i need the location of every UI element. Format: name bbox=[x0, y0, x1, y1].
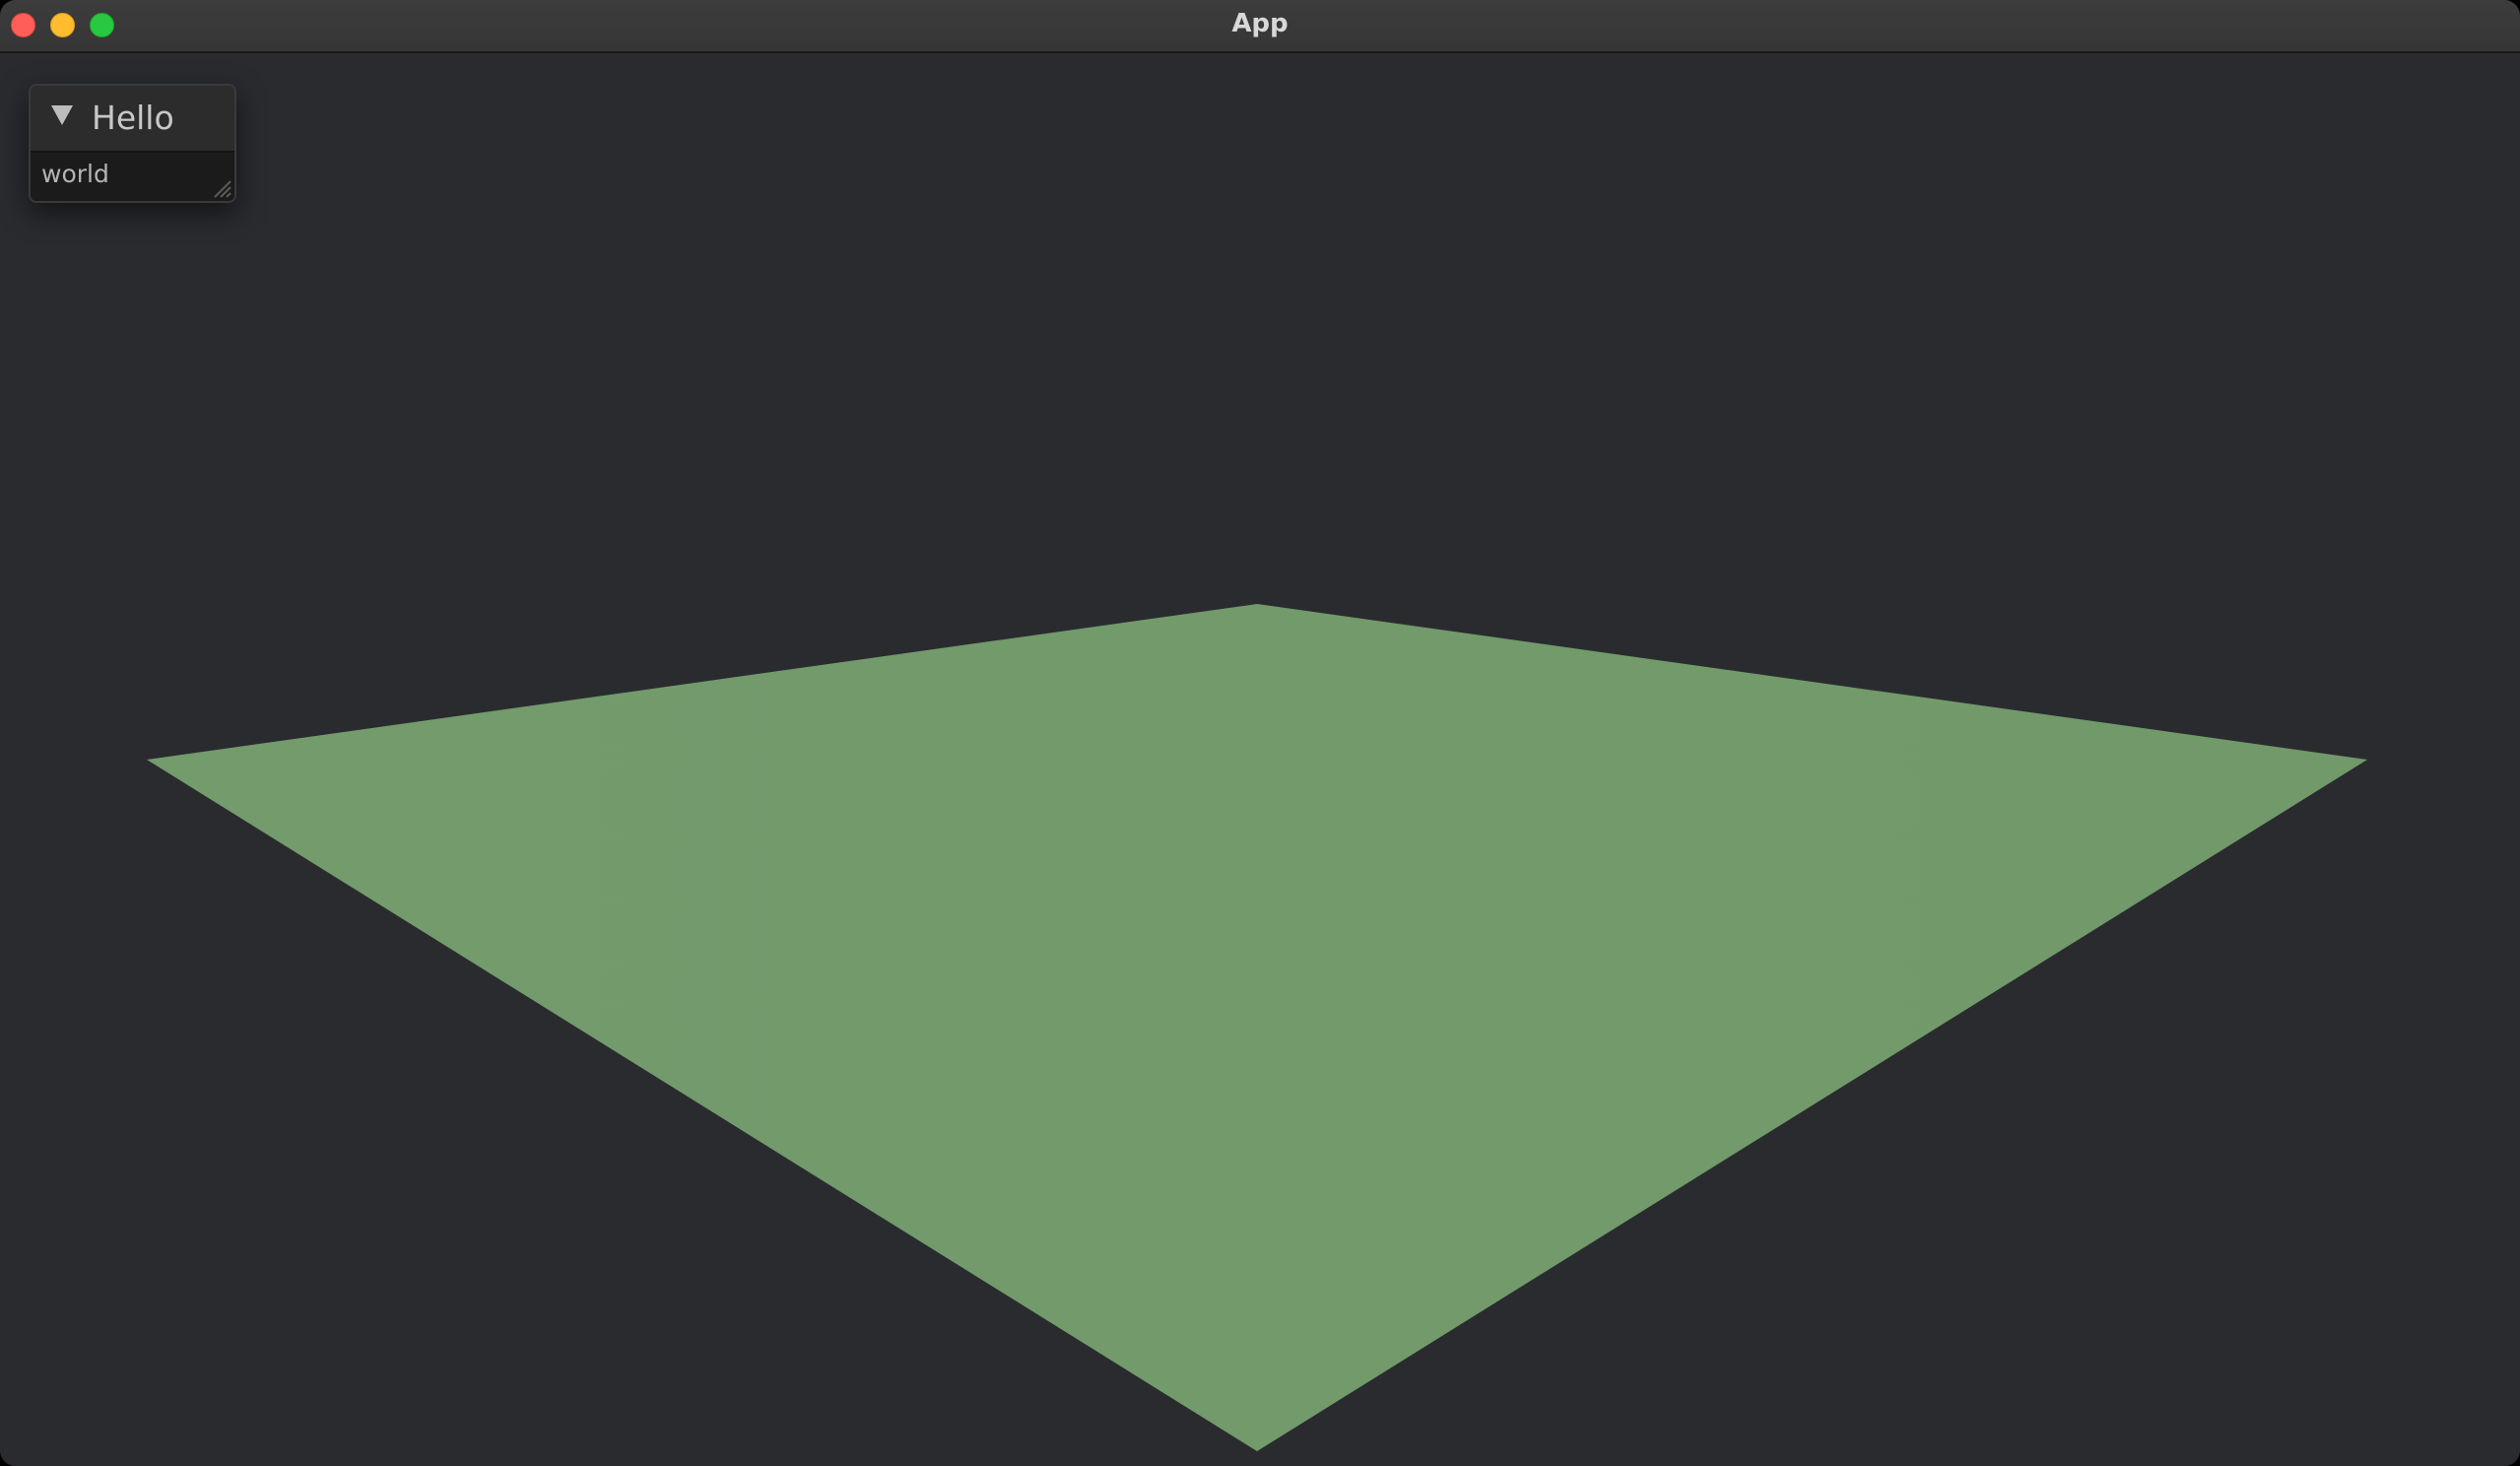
ground-plane bbox=[147, 604, 2367, 1451]
panel-body: world bbox=[31, 153, 234, 201]
panel-text: world bbox=[41, 160, 109, 188]
panel-title: Hello bbox=[92, 99, 174, 137]
triangle-down-icon[interactable] bbox=[51, 105, 73, 125]
window-title: App bbox=[1231, 9, 1289, 38]
panel-header[interactable]: Hello bbox=[31, 86, 234, 153]
title-bar[interactable]: App bbox=[0, 0, 2520, 53]
render-viewport[interactable]: Hello world bbox=[0, 53, 2520, 1466]
app-window: App Hello world bbox=[0, 0, 2520, 1466]
resize-grip-icon[interactable] bbox=[209, 175, 232, 199]
hello-panel: Hello world bbox=[29, 84, 236, 203]
scene-canvas bbox=[147, 604, 2367, 1451]
